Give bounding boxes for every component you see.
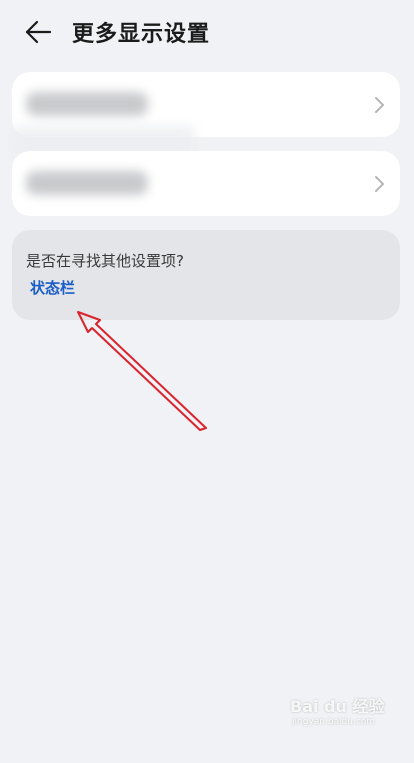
obscured-setting-label bbox=[26, 92, 148, 116]
chevron-right-icon bbox=[375, 176, 384, 192]
suggestion-question: 是否在寻找其他设置项? bbox=[26, 252, 184, 270]
settings-item-2[interactable] bbox=[12, 151, 400, 216]
back-button[interactable] bbox=[22, 18, 56, 46]
watermark: Bai du 经验 jingyan.baidu.com bbox=[290, 693, 402, 743]
chevron-right-icon bbox=[375, 97, 384, 113]
watermark-url: jingyan.baidu.com bbox=[292, 717, 376, 727]
page-title: 更多显示设置 bbox=[72, 22, 211, 47]
suggestion-card: 是否在寻找其他设置项? 状态栏 bbox=[12, 230, 400, 320]
watermark-brand: Bai du 经验 bbox=[290, 697, 385, 716]
arrow-left-icon bbox=[25, 20, 52, 44]
obscured-setting-label bbox=[26, 171, 148, 195]
status-bar-link[interactable]: 状态栏 bbox=[30, 277, 75, 298]
app-header: 更多显示设置 bbox=[0, 0, 414, 64]
